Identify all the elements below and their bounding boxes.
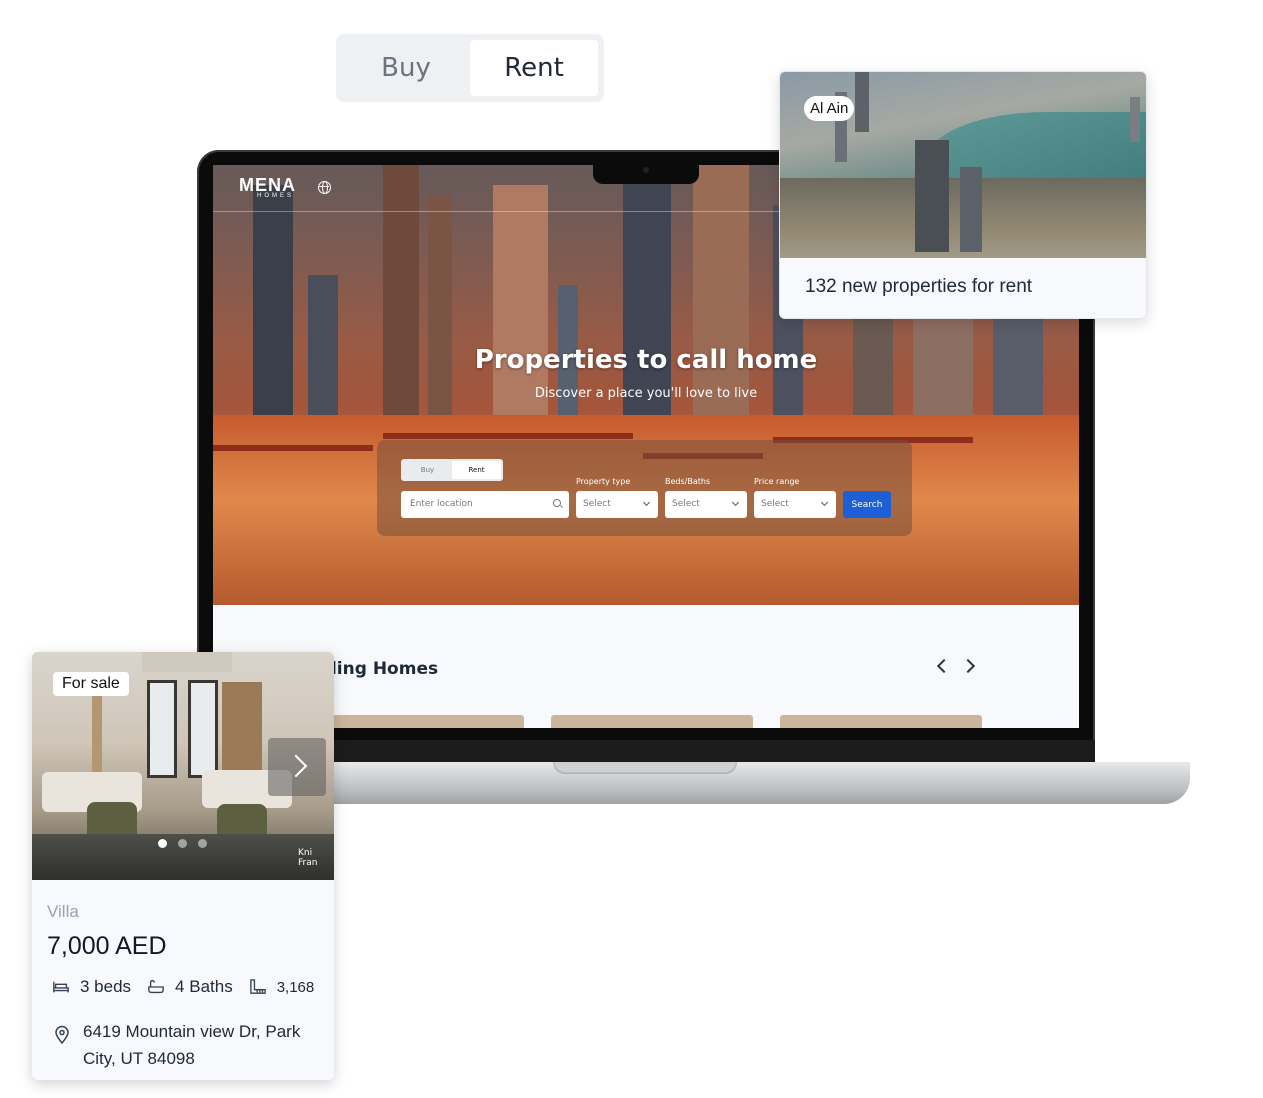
search-rent-option[interactable]: Rent — [452, 461, 501, 479]
location-input[interactable]: Enter location — [401, 491, 569, 518]
image-carousel-dots — [158, 839, 207, 848]
for-sale-badge: For sale — [53, 672, 129, 696]
carousel-dot[interactable] — [178, 839, 187, 848]
trending-thumbnail[interactable] — [328, 715, 524, 728]
chevron-down-icon — [642, 498, 651, 507]
carousel-dot[interactable] — [158, 839, 167, 848]
price-range-select[interactable]: Select — [754, 491, 836, 518]
city-caption: 132 new properties for rent — [805, 276, 1033, 297]
search-button[interactable]: Search — [843, 491, 891, 518]
price-range-value: Select — [761, 499, 789, 509]
beds-baths-label: Beds/Baths — [665, 477, 711, 486]
property-type-value: Select — [583, 499, 611, 509]
search-buy-option[interactable]: Buy — [403, 461, 452, 479]
price-range-label: Price range — [754, 477, 800, 486]
area-value: 3,168 — [276, 978, 315, 996]
carousel-dot[interactable] — [198, 839, 207, 848]
laptop-notch — [593, 162, 699, 184]
property-type-select[interactable]: Select — [576, 491, 658, 518]
search-icon — [553, 499, 561, 507]
globe-icon[interactable] — [318, 181, 331, 194]
property-address: 6419 Mountain view Dr, Park City, UT 840… — [83, 1022, 301, 1068]
property-features: 3 beds 4 Baths 3,168 — [52, 977, 314, 997]
property-type-label: Property type — [576, 477, 631, 486]
chevron-down-icon — [731, 498, 740, 507]
watermark-text: Kni Fran — [298, 848, 318, 868]
rent-option[interactable]: Rent — [470, 40, 598, 96]
buy-rent-toggle: Buy Rent — [336, 34, 604, 102]
beds-baths-select[interactable]: Select — [665, 491, 747, 518]
bed-icon — [53, 981, 69, 993]
beds-baths-value: Select — [672, 499, 700, 509]
location-pin-icon — [55, 1025, 69, 1045]
city-badge: Al Ain — [804, 96, 855, 121]
chevron-left-icon[interactable] — [936, 658, 952, 674]
property-type: Villa — [47, 902, 79, 921]
trending-thumbnail[interactable] — [780, 715, 982, 728]
hero-subtitle: Discover a place you'll love to live — [534, 386, 758, 401]
city-card[interactable]: Al Ain 132 new properties for rent — [779, 71, 1147, 319]
image-next-button[interactable] — [268, 738, 326, 796]
beds-count: 3 beds — [80, 977, 132, 996]
property-card[interactable]: For sale Kni Fran Villa 7,000 AED 3 beds… — [32, 652, 334, 1080]
baths-count: 4 Baths — [175, 977, 233, 996]
property-price: 7,000 AED — [47, 932, 167, 960]
search-buy-rent-toggle: Buy Rent — [401, 459, 503, 481]
area-icon — [249, 979, 266, 994]
search-panel: Buy Rent Enter location Property type Se… — [377, 440, 912, 536]
bath-icon — [148, 980, 164, 994]
chevron-down-icon — [820, 498, 829, 507]
hero-title: Properties to call home — [474, 345, 818, 375]
location-placeholder: Enter location — [410, 499, 473, 509]
site-logo-sub: HOMES — [257, 193, 295, 199]
chevron-right-icon[interactable] — [960, 658, 976, 674]
buy-option[interactable]: Buy — [342, 40, 470, 96]
trending-thumbnail[interactable] — [551, 715, 753, 728]
